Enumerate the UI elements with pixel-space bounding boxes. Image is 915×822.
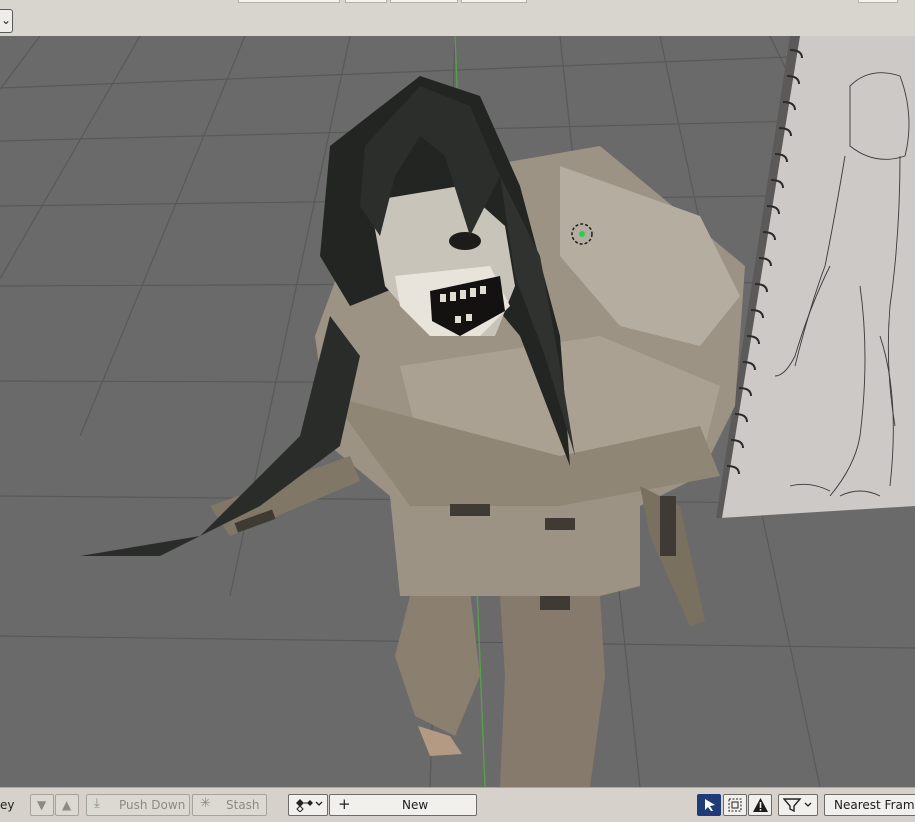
header-bar: ⌄ xyxy=(0,0,915,37)
stash-label: Stash xyxy=(226,798,260,812)
push-down-button[interactable]: ⤓ Push Down xyxy=(86,794,190,816)
stash-icon: ✳ xyxy=(200,796,211,811)
warning-icon xyxy=(753,798,768,812)
triangle-down-icon: ▼ xyxy=(37,798,47,812)
box-select-icon xyxy=(728,798,742,812)
chevron-down-icon[interactable]: ⌄ xyxy=(0,9,13,33)
new-label: New xyxy=(402,798,429,812)
header-field[interactable] xyxy=(461,0,527,3)
filter-button[interactable] xyxy=(778,794,818,816)
triangle-up-icon: ▲ xyxy=(62,798,72,812)
mode-label: ey xyxy=(0,798,15,812)
cursor-select-icon xyxy=(705,799,715,811)
viewport-scene xyxy=(0,36,915,787)
push-down-icon: ⤓ xyxy=(94,796,100,811)
keyframe-action-icon xyxy=(296,799,323,812)
plus-icon: + xyxy=(338,795,351,813)
header-field[interactable] xyxy=(390,0,458,3)
push-down-label: Push Down xyxy=(119,798,186,812)
nla-footer-bar: ey ▼ ▲ ⤓ Push Down ✳ Stash + New Nearest… xyxy=(0,787,915,822)
cursor-select-button[interactable] xyxy=(697,794,721,816)
3d-viewport[interactable] xyxy=(0,36,915,787)
header-field[interactable] xyxy=(345,0,387,3)
header-field[interactable] xyxy=(238,0,340,3)
stash-button[interactable]: ✳ Stash xyxy=(192,794,267,816)
move-down-button[interactable]: ▼ xyxy=(30,794,54,816)
warning-button[interactable] xyxy=(748,794,772,816)
new-action-button[interactable]: + New xyxy=(329,794,477,816)
snapping-dropdown[interactable]: Nearest Frame xyxy=(824,794,915,816)
move-up-button[interactable]: ▲ xyxy=(55,794,79,816)
filter-icon xyxy=(783,798,812,813)
snapping-label: Nearest Frame xyxy=(834,798,915,812)
header-field[interactable] xyxy=(858,0,898,3)
action-browse-button[interactable] xyxy=(288,794,328,816)
box-select-button[interactable] xyxy=(723,794,747,816)
